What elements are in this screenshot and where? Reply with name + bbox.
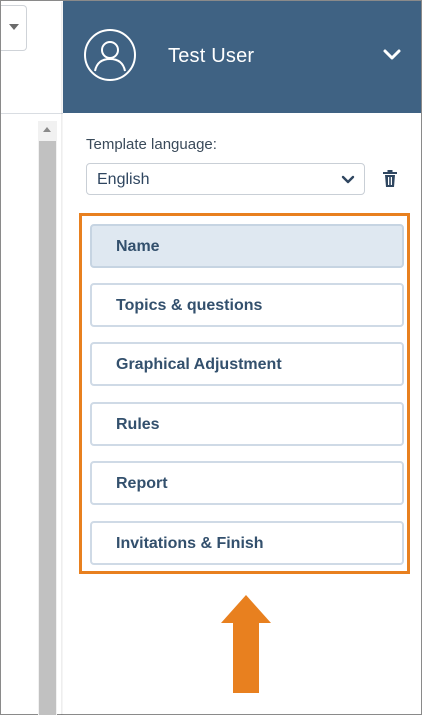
step-label: Invitations & Finish: [116, 535, 264, 552]
caret-down-icon: [9, 24, 19, 30]
step-name[interactable]: Name: [90, 224, 404, 268]
user-header[interactable]: Test User: [63, 1, 421, 113]
step-invitations-finish[interactable]: Invitations & Finish: [90, 521, 404, 565]
user-avatar-icon: [84, 29, 136, 81]
template-language-select[interactable]: English: [86, 163, 365, 195]
user-name: Test User: [168, 45, 255, 67]
left-dropdown[interactable]: [1, 5, 27, 51]
step-label: Topics & questions: [116, 297, 263, 314]
side-panel: Test User Template language: English Nam…: [63, 1, 421, 714]
step-label: Report: [116, 475, 168, 492]
template-language-label: Template language:: [86, 136, 217, 153]
divider: [1, 113, 63, 114]
arrow-up-icon: [221, 595, 271, 693]
left-pane: [1, 1, 64, 715]
scrollbar[interactable]: [38, 121, 57, 715]
chevron-down-icon: [341, 175, 355, 184]
template-language-value: English: [97, 171, 150, 188]
steps-highlight-box: Name Topics & questions Graphical Adjust…: [79, 213, 410, 574]
step-label: Rules: [116, 416, 160, 433]
trash-icon[interactable]: [381, 169, 399, 189]
scroll-up-arrow-icon[interactable]: [38, 121, 57, 139]
step-label: Name: [116, 238, 160, 255]
step-graphical-adjustment[interactable]: Graphical Adjustment: [90, 342, 404, 386]
step-rules[interactable]: Rules: [90, 402, 404, 446]
scrollbar-thumb[interactable]: [39, 141, 56, 715]
step-label: Graphical Adjustment: [116, 356, 282, 373]
step-topics-questions[interactable]: Topics & questions: [90, 283, 404, 327]
chevron-down-icon[interactable]: [381, 43, 403, 65]
step-report[interactable]: Report: [90, 461, 404, 505]
